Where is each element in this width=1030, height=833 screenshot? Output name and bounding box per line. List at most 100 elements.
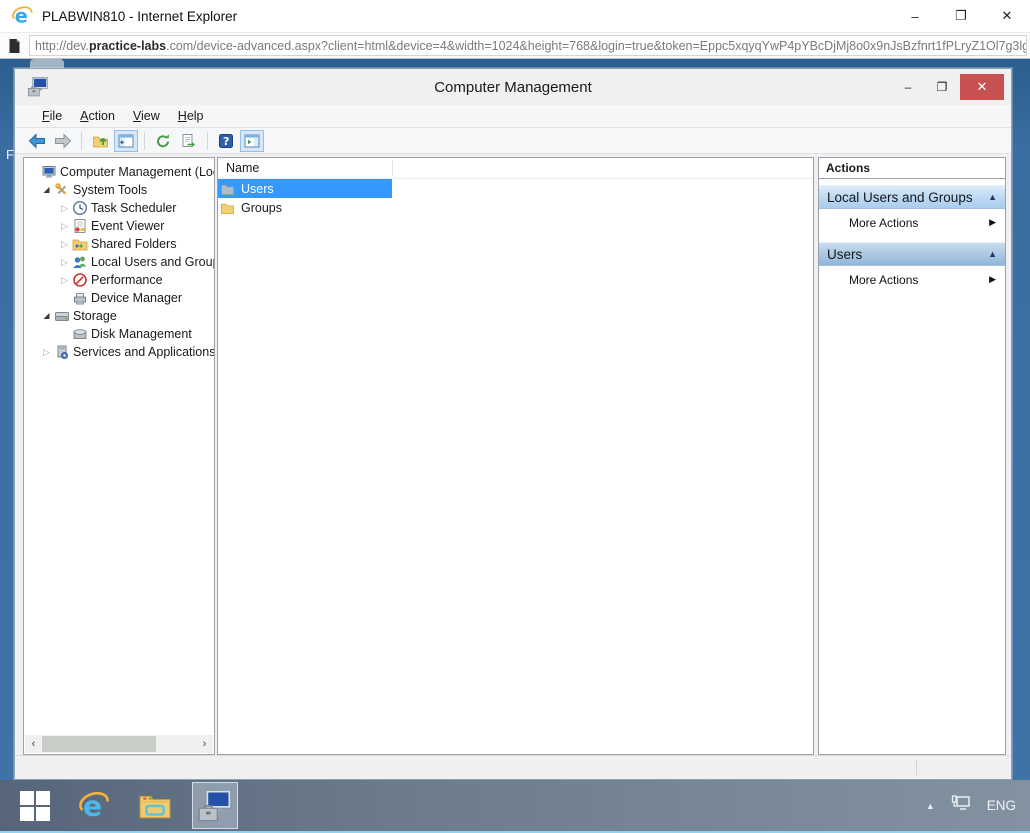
collapsed-expander-icon[interactable]: ▷ [58, 217, 71, 235]
collapsed-expander-icon[interactable]: ▷ [58, 271, 71, 289]
tree-item-label: Computer Management (Local) [58, 165, 215, 179]
cm-content: Computer Management (Local) ◢ System Too… [15, 154, 1011, 755]
tree-item-device-manager[interactable]: Device Manager [24, 289, 214, 307]
address-input[interactable]: http://dev.practice-labs.com/device-adva… [29, 35, 1027, 56]
tree-item-label: Device Manager [89, 291, 182, 305]
tree-horizontal-scrollbar[interactable]: ‹ › [25, 735, 213, 753]
submenu-arrow-icon: ▶ [989, 274, 996, 285]
windows-logo-icon [20, 791, 50, 821]
device-manager-icon [71, 290, 89, 306]
tree-item-services-and-applications[interactable]: ▷ Services and Applications [24, 343, 214, 361]
taskbar-file-explorer-button[interactable] [132, 782, 178, 829]
url-domain: practice-labs [89, 39, 166, 53]
shared-folders-icon [71, 236, 89, 252]
column-name-label: Name [226, 161, 259, 175]
computer-icon [40, 164, 58, 180]
taskbar-internet-explorer-button[interactable]: e [72, 782, 118, 829]
more-actions-item[interactable]: More Actions ▶ [819, 266, 1005, 293]
url-prefix: http://dev. [35, 39, 89, 53]
expanded-expander-icon[interactable]: ◢ [40, 307, 53, 325]
menu-action[interactable]: Action [71, 107, 124, 125]
menu-view[interactable]: View [124, 107, 169, 125]
browser-url-bar: http://dev.practice-labs.com/device-adva… [0, 32, 1030, 59]
tree-item-label: Performance [89, 273, 163, 287]
refresh-icon [155, 133, 171, 149]
tree-item-label: Disk Management [89, 327, 192, 341]
cm-minimize-button[interactable]: – [892, 74, 924, 100]
actions-section-label: Users [827, 247, 862, 262]
help-button[interactable]: ? [214, 130, 238, 152]
network-status-icon[interactable] [951, 795, 971, 816]
toolbar-separator [144, 132, 145, 150]
scrollbar-thumb[interactable] [42, 736, 156, 752]
scroll-right-arrow-icon[interactable]: › [196, 735, 213, 753]
forward-button[interactable] [51, 130, 75, 152]
language-indicator[interactable]: ENG [987, 798, 1016, 813]
column-divider[interactable] [392, 160, 393, 176]
list-item-groups[interactable]: Groups [218, 198, 392, 217]
list-item-label: Groups [241, 201, 282, 215]
browser-window-controls: – ❐ ✕ [892, 0, 1030, 32]
scrollbar-track[interactable] [42, 735, 196, 753]
tree-item-label: Local Users and Groups [89, 255, 215, 269]
cm-titlebar[interactable]: Computer Management – ❐ ✕ [15, 69, 1011, 105]
menu-file[interactable]: File [33, 107, 71, 125]
url-rest: .com/device-advanced.aspx?client=html&de… [166, 39, 1027, 53]
desktop-text-fragment: F [6, 147, 14, 162]
more-actions-label: More Actions [849, 216, 918, 230]
browser-maximize-button[interactable]: ❐ [938, 0, 984, 32]
performance-icon [71, 272, 89, 288]
action-pane-toggle-button[interactable] [240, 130, 264, 152]
browser-title: PLABWIN810 - Internet Explorer [42, 9, 892, 24]
tree-item-storage[interactable]: ◢ Storage [24, 307, 214, 325]
cm-window-controls: – ❐ ✕ [892, 74, 1004, 100]
export-list-button[interactable] [177, 130, 201, 152]
local-users-groups-icon [71, 254, 89, 270]
collapsed-expander-icon[interactable]: ▷ [40, 343, 53, 361]
system-tray: ▲ ENG [926, 795, 1030, 816]
refresh-button[interactable] [151, 130, 175, 152]
desktop-icon-partial[interactable] [30, 59, 64, 68]
list-item-users[interactable]: Users [218, 179, 392, 198]
file-explorer-icon [138, 791, 172, 821]
expanded-expander-icon[interactable]: ◢ [40, 181, 53, 199]
tree-item-task-scheduler[interactable]: ▷ Task Scheduler [24, 199, 214, 217]
services-applications-icon [53, 344, 71, 360]
start-button[interactable] [12, 782, 58, 829]
console-tree-toggle-button[interactable] [114, 130, 138, 152]
internet-explorer-icon: e [12, 5, 34, 27]
actions-section-local-users-and-groups[interactable]: Local Users and Groups ▲ [819, 185, 1005, 209]
collapsed-expander-icon[interactable]: ▷ [58, 235, 71, 253]
folder-up-icon [92, 133, 109, 149]
cm-maximize-button[interactable]: ❐ [926, 74, 958, 100]
tree-item-performance[interactable]: ▷ Performance [24, 271, 214, 289]
actions-pane-title: Actions [819, 158, 1005, 179]
tree-item-event-viewer[interactable]: ▷ Event Viewer [24, 217, 214, 235]
browser-minimize-button[interactable]: – [892, 0, 938, 32]
show-hidden-icons-button[interactable]: ▲ [926, 801, 935, 811]
tree-item-shared-folders[interactable]: ▷ Shared Folders [24, 235, 214, 253]
scroll-left-arrow-icon[interactable]: ‹ [25, 735, 42, 753]
collapse-section-icon[interactable]: ▲ [988, 249, 997, 259]
list-column-header[interactable]: Name [218, 158, 813, 179]
up-level-button[interactable] [88, 130, 112, 152]
tree-item-disk-management[interactable]: Disk Management [24, 325, 214, 343]
tree-item-local-users-and-groups[interactable]: ▷ Local Users and Groups [24, 253, 214, 271]
tree-item-computer-management[interactable]: Computer Management (Local) [24, 163, 214, 181]
collapsed-expander-icon[interactable]: ▷ [58, 199, 71, 217]
actions-section-users[interactable]: Users ▲ [819, 242, 1005, 266]
list-item-label: Users [241, 182, 274, 196]
tree-item-label: Task Scheduler [89, 201, 176, 215]
back-button[interactable] [25, 130, 49, 152]
taskbar-computer-management-button[interactable] [192, 782, 238, 829]
collapsed-expander-icon[interactable]: ▷ [58, 253, 71, 271]
more-actions-item[interactable]: More Actions ▶ [819, 209, 1005, 236]
cm-close-button[interactable]: ✕ [960, 74, 1004, 100]
browser-close-button[interactable]: ✕ [984, 0, 1030, 32]
status-bar-divider [916, 760, 917, 775]
menu-help[interactable]: Help [169, 107, 213, 125]
tree-item-label: System Tools [71, 183, 147, 197]
tree-item-system-tools[interactable]: ◢ System Tools [24, 181, 214, 199]
collapse-section-icon[interactable]: ▲ [988, 192, 997, 202]
console-tree-icon [118, 133, 134, 149]
